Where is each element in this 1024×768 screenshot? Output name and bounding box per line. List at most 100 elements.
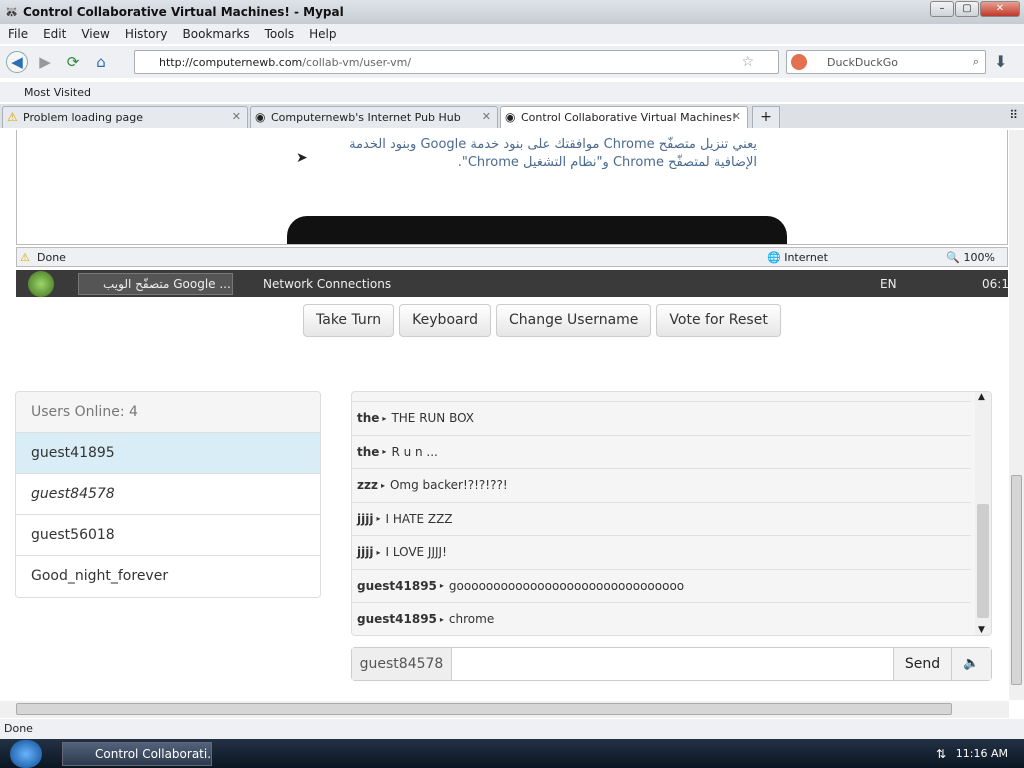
chat-message: zzz ▸ Omg backer!?!?!??! [352,469,971,503]
tab-label: Computernewb's Internet Pub Hub [271,111,461,124]
tab-problem-loading[interactable]: ⚠ Problem loading page ✕ [2,106,248,128]
os-clock: 11:16 AM [955,747,1008,760]
warning-icon: ⚠ [20,250,30,264]
reload-icon[interactable]: ⟳ [62,51,84,73]
vm-status-text: Done [37,250,66,264]
app-icon: 🦝 [4,5,19,19]
chat-message: guest41895 ▸ chrome [352,603,971,635]
keyboard-button[interactable]: Keyboard [399,304,491,337]
chat-text: gooooooooooooooooooooooooooooooo [448,578,685,593]
tab-label: Problem loading page [23,111,143,124]
vm-start-icon[interactable] [28,270,54,297]
menu-bar: File Edit View History Bookmarks Tools H… [0,24,1024,44]
duckduckgo-icon [791,54,807,70]
scroll-down-icon[interactable]: ▼ [978,625,985,635]
chat-user: jjjj [357,545,374,560]
vm-task-browser[interactable]: متصفّح الويب Google ... [78,272,233,295]
page-scroll-thumb[interactable] [1011,475,1022,685]
internet-zone: 🌐 Internet [767,250,828,264]
download-icon[interactable]: ⬇ [994,52,1007,71]
url-path: /collab-vm/user-vm/ [302,55,412,69]
url-host: http://computernewb.com [159,55,303,69]
tab-label: Control Collaborative Virtual Machines! [521,111,737,124]
page-vertical-scrollbar[interactable] [1009,130,1024,700]
zoom-label: 100% [963,250,995,264]
vote-reset-button[interactable]: Vote for Reset [656,304,781,337]
vm-taskbar[interactable]: متصفّح الويب Google ... Network Connecti… [16,270,1009,297]
navigation-toolbar: ◀ ▶ ⟳ ⌂ http://computernewb.com /collab-… [0,46,1024,78]
chat-text: THE RUN BOX [391,411,475,426]
tab-list-icon[interactable]: ⠿ [1009,108,1018,122]
most-visited-link[interactable]: Most Visited [24,86,91,99]
scroll-up-icon[interactable]: ▲ [978,392,985,402]
zone-label: Internet [784,250,828,264]
chat-text: chrome [448,612,495,627]
menu-file[interactable]: File [8,27,28,41]
os-task-browser[interactable]: Control Collaborati... [62,741,212,766]
chat-scrollbar[interactable]: ▲ ▼ [975,392,991,635]
users-panel: Users Online: 4 guest41895 guest84578 gu… [15,391,321,598]
chat-panel[interactable]: the ▸ THE RUN BOX the ▸ R u n ... zzz ▸ Omg ba… [351,391,992,636]
user-item[interactable]: guest84578 [16,474,320,515]
tab-collab-vm[interactable]: ◉ Control Collaborative Virtual Machines… [500,106,748,128]
laptop-image [287,216,787,244]
chat-user: the [357,411,380,426]
menu-view[interactable]: View [81,27,109,41]
zoom-level: 🔍 100% [946,250,995,264]
page-hscroll-thumb[interactable] [16,703,952,715]
vm-controls: Take Turn Keyboard Change Username Vote … [303,304,786,337]
chat-input[interactable] [452,648,893,680]
home-icon[interactable]: ⌂ [90,51,112,73]
vm-screen[interactable]: يعني تنزيل متصفّح Chrome موافقتك على بنو… [16,130,1008,245]
maximize-button[interactable]: ▢ [955,1,979,17]
username-label: guest84578 [352,648,452,680]
send-button[interactable]: Send [893,648,951,680]
windows-start-icon[interactable] [10,739,42,768]
menu-bookmarks[interactable]: Bookmarks [183,27,250,41]
search-icon[interactable]: ⌕ [973,55,979,69]
page-horizontal-scrollbar[interactable] [0,701,1009,718]
menu-history[interactable]: History [125,27,168,41]
search-placeholder: DuckDuckGo [827,55,898,69]
url-bar[interactable]: http://computernewb.com /collab-vm/user-… [134,50,779,74]
window-title: Control Collaborative Virtual Machines! … [22,5,344,19]
chat-message: the ▸ THE RUN BOX [352,402,971,436]
take-turn-button[interactable]: Take Turn [303,304,395,337]
warning-icon: ⚠ [7,110,18,124]
users-online-header: Users Online: 4 [16,392,320,433]
chat-user: zzz [357,478,378,493]
close-button[interactable]: ✕ [980,1,1020,17]
vm-task-network[interactable]: Network Connections [245,277,391,291]
new-tab-button[interactable]: + [752,106,780,128]
vm-lang-indicator[interactable]: EN [880,277,897,291]
back-icon[interactable]: ◀ [6,51,28,73]
chat-message: guest41895 ▸ goooooooooooooooooooooooooooo… [352,570,971,603]
menu-edit[interactable]: Edit [43,27,66,41]
menu-tools[interactable]: Tools [265,27,295,41]
close-tab-icon[interactable]: ✕ [732,110,741,123]
tab-pub-hub[interactable]: ◉ Computernewb's Internet Pub Hub ✕ [250,106,498,128]
chat-user: guest41895 [357,578,437,593]
os-taskbar: Control Collaborati... ⇅ 11:16 AM [0,739,1024,768]
speaker-icon[interactable]: 🔈 [951,648,991,680]
chat-message: the ▸ R u n ... [352,436,971,469]
search-input[interactable]: DuckDuckGo ⌕ [786,50,986,74]
forward-icon[interactable]: ▶ [34,51,56,73]
chat-user: jjjj [357,511,374,526]
menu-help[interactable]: Help [309,27,336,41]
chat-text: Omg backer!?!?!??! [389,478,508,493]
change-username-button[interactable]: Change Username [495,304,652,337]
vm-clock: 06:1 [982,276,1009,291]
user-item[interactable]: guest56018 [16,515,320,556]
window-controls: – ▢ ✕ [929,1,1020,17]
chat-scroll-thumb[interactable] [977,504,989,618]
network-icon[interactable]: ⇅ [936,747,946,761]
tab-strip: ⚠ Problem loading page ✕ ◉ Computernewb'… [0,104,1024,128]
close-tab-icon[interactable]: ✕ [482,110,491,123]
chat-text: I LOVE JJJJ! [385,545,447,560]
star-icon[interactable]: ☆ [741,54,754,70]
close-tab-icon[interactable]: ✕ [232,110,241,123]
user-item[interactable]: Good_night_forever [16,556,320,597]
minimize-button[interactable]: – [930,1,954,17]
user-item[interactable]: guest41895 [16,433,320,474]
